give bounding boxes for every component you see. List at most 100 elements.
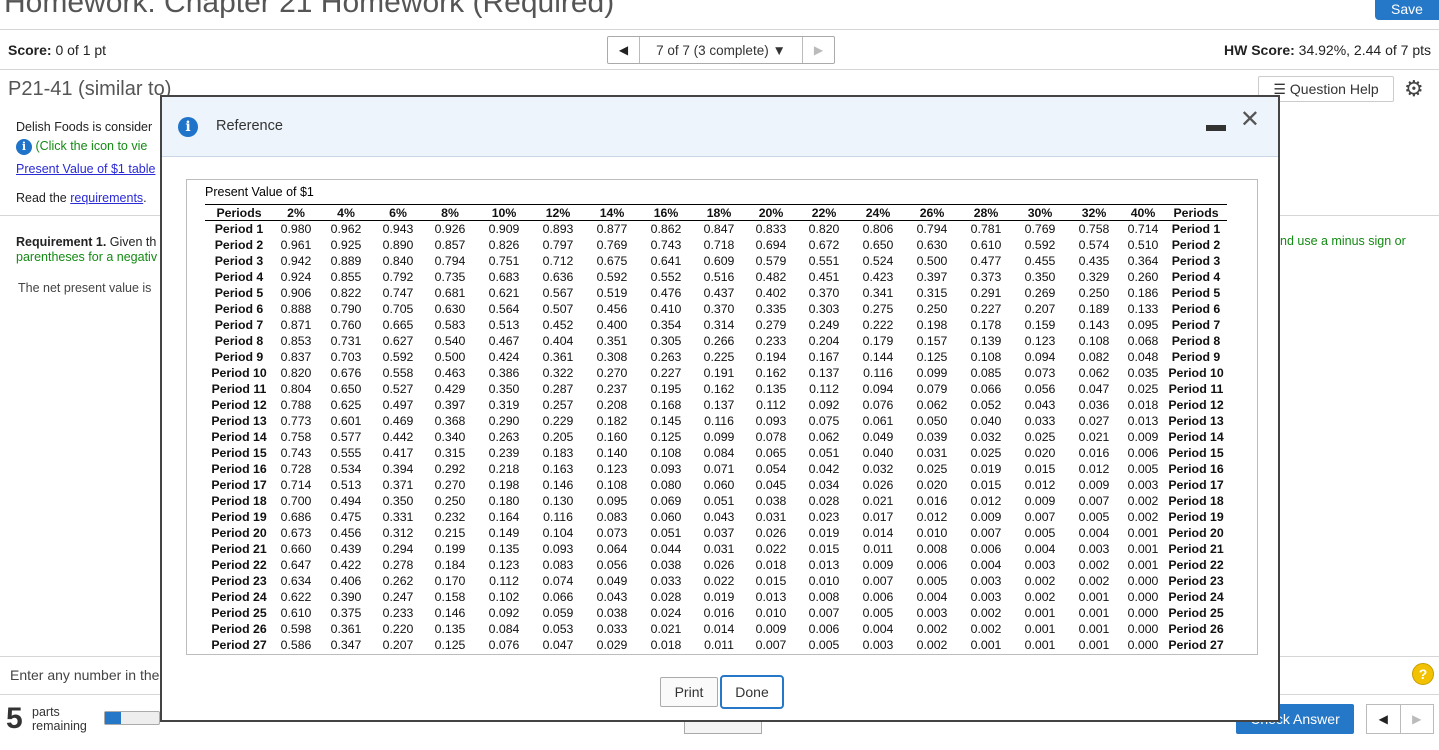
next-question-button[interactable]: ▶ [802,37,834,63]
table-header-cell: 18% [693,204,745,221]
save-button[interactable]: Save [1375,0,1439,20]
pv-factor-cell: 0.781 [970,222,1002,236]
period-label: Period 27 [1168,638,1224,652]
pv-factor-cell: 0.130 [542,494,574,508]
pv-factor-cell: 0.014 [703,622,735,636]
pv-factor-cell: 0.728 [280,462,312,476]
pv-factor-cell: 0.215 [434,526,466,540]
pv-factor-cell: 0.237 [596,382,628,396]
pv-factor-cell: 0.534 [330,462,362,476]
pv-factor-cell: 0.672 [808,238,840,252]
pv-factor-cell: 0.610 [280,606,312,620]
pv-factor-cell: 0.094 [862,382,894,396]
pv-factor-cell: 0.006 [916,558,948,572]
pv-factor-cell: 0.373 [970,270,1002,284]
pv-factor-cell: 0.925 [330,238,362,252]
requirements-link[interactable]: requirements [70,191,143,205]
table-header-cell: 28% [959,204,1013,221]
info-icon[interactable]: i [16,139,32,155]
pv-factor-cell: 0.002 [1078,558,1110,572]
pv-factor-cell: 0.871 [280,318,312,332]
pv-factor-cell: 0.001 [1078,590,1110,604]
pv-factor-cell: 0.078 [755,430,787,444]
pv-factor-cell: 0.437 [703,286,735,300]
pv-factor-cell: 0.017 [862,510,894,524]
pv-factor-cell: 0.026 [862,478,894,492]
pv-factor-cell: 0.347 [330,638,362,652]
pv-factor-cell: 0.004 [916,590,948,604]
pv-factor-cell: 0.926 [434,222,466,236]
period-label: Period 16 [1168,462,1224,476]
pv-factor-cell: 0.015 [1024,462,1056,476]
pv-factor-cell: 0.676 [330,366,362,380]
pv-factor-cell: 0.305 [650,334,682,348]
previous-question-button[interactable]: ◀ [608,37,640,63]
pv-factor-cell: 0.714 [280,478,312,492]
pv-factor-cell: 0.890 [382,238,414,252]
pv-factor-cell: 0.889 [330,254,362,268]
read-requirements: Read the requirements. [16,191,147,205]
pv-factor-cell: 0.123 [596,462,628,476]
pv-factor-cell: 0.609 [703,254,735,268]
progress-bar [104,711,160,725]
question-select[interactable]: 7 of 7 (3 complete) ▼ [640,37,802,63]
pv-factor-cell: 0.003 [1127,478,1159,492]
gear-icon[interactable]: ⚙ [1404,76,1424,102]
pv-factor-cell: 0.018 [650,638,682,652]
pv-factor-cell: 0.162 [755,366,787,380]
pv-table-link[interactable]: Present Value of $1 table [16,162,155,176]
pv-factor-cell: 0.021 [862,494,894,508]
pv-factor-cell: 0.018 [1127,398,1159,412]
pv-factor-cell: 0.012 [1078,462,1110,476]
pv-factor-cell: 0.220 [382,622,414,636]
pv-factor-cell: 0.137 [808,366,840,380]
pv-factor-cell: 0.665 [382,318,414,332]
info-hint[interactable]: i (Click the icon to vie [16,139,147,155]
period-label: Period 20 [211,526,267,540]
previous-button[interactable]: ◀ [1367,705,1401,733]
pv-factor-cell: 0.909 [488,222,520,236]
pv-factor-cell: 0.598 [280,622,312,636]
pv-factor-cell: 0.769 [1024,222,1056,236]
pv-factor-cell: 0.056 [1024,382,1056,396]
pv-factor-cell: 0.035 [1127,366,1159,380]
pv-factor-cell: 0.033 [1024,414,1056,428]
pv-factor-cell: 0.386 [488,366,520,380]
print-button[interactable]: Print [660,677,718,707]
pv-factor-cell: 0.423 [862,270,894,284]
pv-factor-cell: 0.621 [488,286,520,300]
pv-factor-cell: 0.003 [970,590,1002,604]
pv-factor-cell: 0.893 [542,222,574,236]
pv-factor-cell: 0.004 [1078,526,1110,540]
pv-factor-cell: 0.162 [703,382,735,396]
pv-factor-cell: 0.370 [808,286,840,300]
hw-score: HW Score: 34.92%, 2.44 of 7 pts [1224,42,1431,58]
pv-factor-cell: 0.062 [1078,366,1110,380]
pv-factor-cell: 0.278 [382,558,414,572]
pv-factor-cell: 0.007 [1024,510,1056,524]
pv-factor-cell: 0.199 [434,542,466,556]
pv-factor-cell: 0.002 [1127,494,1159,508]
minimize-icon[interactable]: ▬ [1206,114,1226,137]
pv-factor-cell: 0.032 [862,462,894,476]
table-row: Period 22 0.647 0.422 0.278 0.184 0.123 0.083 0… [205,557,1227,573]
pv-factor-cell: 0.257 [542,398,574,412]
pv-factor-cell: 0.513 [330,478,362,492]
pv-factor-cell: 0.031 [755,510,787,524]
pv-factor-cell: 0.314 [703,318,735,332]
table-header-cell: 12% [531,204,585,221]
help-icon[interactable]: ? [1412,663,1434,685]
pv-factor-cell: 0.001 [1127,558,1159,572]
problem-id: P21-41 (similar to) [8,78,172,100]
period-label: Period 3 [214,254,264,268]
pv-factor-cell: 0.032 [970,430,1002,444]
close-icon[interactable]: ✕ [1240,105,1260,134]
done-button[interactable]: Done [720,675,784,709]
pv-factor-cell: 0.005 [916,574,948,588]
pv-factor-cell: 0.247 [382,590,414,604]
pv-factor-cell: 0.108 [650,446,682,460]
pv-factor-cell: 0.051 [650,526,682,540]
pv-factor-cell: 0.942 [280,254,312,268]
next-button[interactable]: ▶ [1401,705,1434,733]
pv-factor-cell: 0.769 [596,238,628,252]
